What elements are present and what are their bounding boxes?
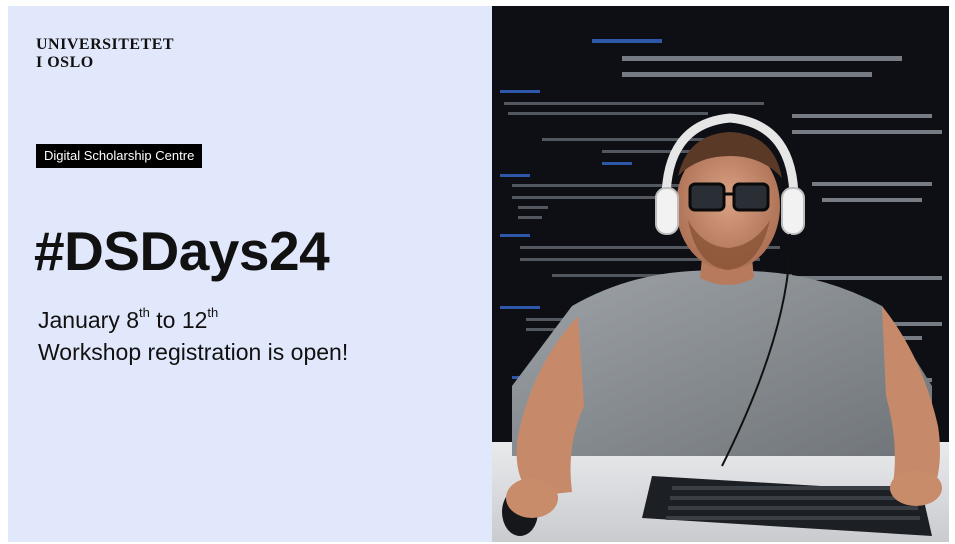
logo-line-2: I OSLO xyxy=(36,54,94,71)
university-logo: UNIVERSITETET I OSLO xyxy=(36,36,174,72)
logo-line-1: UNIVERSITETET xyxy=(36,36,175,53)
person-with-headphones-coding-photo xyxy=(492,6,949,542)
event-hashtag: #DSDays24 xyxy=(34,220,330,282)
event-dates: January 8th to 12th xyxy=(38,305,219,333)
event-banner: UNIVERSITETET I OSLO Digital Scholarship… xyxy=(8,6,949,542)
coder-photo xyxy=(492,6,949,542)
event-details: January 8th to 12th Workshop registratio… xyxy=(38,304,348,368)
banner-text-panel: UNIVERSITETET I OSLO Digital Scholarship… xyxy=(8,6,492,542)
registration-text: Workshop registration is open! xyxy=(38,339,349,365)
centre-tag: Digital Scholarship Centre xyxy=(36,144,203,168)
